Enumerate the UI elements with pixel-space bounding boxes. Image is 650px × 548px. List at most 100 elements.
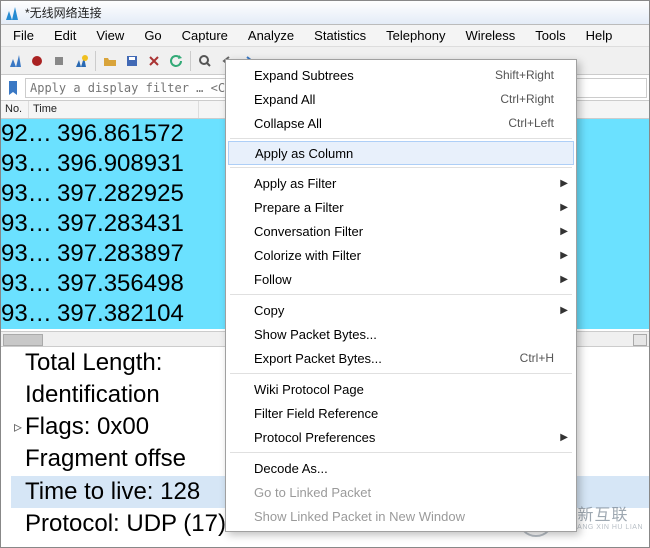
menu-file[interactable]: File — [3, 26, 44, 45]
menu-item-label: Expand All — [254, 92, 500, 107]
detail-text: Total Length: — [25, 349, 162, 376]
expand-icon[interactable] — [11, 477, 25, 508]
find-icon[interactable] — [195, 51, 215, 71]
menu-item-label: Conversation Filter — [254, 224, 554, 239]
packet-no: 93… — [1, 299, 51, 329]
toolbar-separator — [190, 51, 191, 71]
scrollbar-thumb[interactable] — [3, 334, 43, 346]
menu-separator — [230, 138, 572, 139]
menu-item-filter-field-reference[interactable]: Filter Field Reference — [226, 401, 576, 425]
menu-separator — [230, 294, 572, 295]
save-icon[interactable] — [122, 51, 142, 71]
packet-no: 93… — [1, 149, 51, 179]
menu-telephony[interactable]: Telephony — [376, 26, 455, 45]
menu-view[interactable]: View — [86, 26, 134, 45]
scrollbar-right-arrow[interactable] — [633, 334, 647, 346]
menu-item-accel: Ctrl+Left — [508, 116, 554, 130]
menu-item-label: Colorize with Filter — [254, 248, 554, 263]
submenu-arrow-icon: ▶ — [560, 274, 568, 285]
submenu-arrow-icon: ▶ — [560, 250, 568, 261]
packet-time: 397.283431 — [51, 209, 206, 239]
expand-icon[interactable] — [11, 348, 25, 379]
menu-item-protocol-preferences[interactable]: Protocol Preferences ▶ — [226, 425, 576, 449]
submenu-arrow-icon: ▶ — [560, 432, 568, 443]
column-header-time[interactable]: Time — [29, 101, 199, 118]
submenu-arrow-icon: ▶ — [560, 178, 568, 189]
stop-capture-icon[interactable] — [27, 51, 47, 71]
packet-time: 397.282925 — [51, 179, 206, 209]
menu-item-decode-as[interactable]: Decode As... — [226, 456, 576, 480]
menu-item-label: Expand Subtrees — [254, 68, 495, 83]
packet-time: 397.283897 — [51, 239, 206, 269]
menu-separator — [230, 373, 572, 374]
expand-icon[interactable] — [11, 509, 25, 540]
toolbar-separator — [95, 51, 96, 71]
bookmark-icon[interactable] — [3, 78, 23, 98]
menu-wireless[interactable]: Wireless — [455, 26, 525, 45]
context-menu: Expand SubtreesShift+RightExpand AllCtrl… — [225, 59, 577, 532]
menu-item-collapse-all[interactable]: Collapse AllCtrl+Left — [226, 111, 576, 135]
close-icon[interactable] — [144, 51, 164, 71]
menu-separator — [230, 167, 572, 168]
menu-item-label: Decode As... — [254, 461, 554, 476]
packet-time: 396.908931 — [51, 149, 206, 179]
packet-no: 93… — [1, 179, 51, 209]
submenu-arrow-icon: ▶ — [560, 202, 568, 213]
expand-icon[interactable] — [11, 380, 25, 411]
expand-icon[interactable]: ▹ — [11, 412, 25, 443]
menu-item-accel: Ctrl+H — [520, 351, 554, 365]
packet-no: 92… — [1, 119, 51, 149]
menu-item-label: Protocol Preferences — [254, 430, 554, 445]
menu-edit[interactable]: Edit — [44, 26, 86, 45]
menu-item-export-packet-bytes[interactable]: Export Packet Bytes...Ctrl+H — [226, 346, 576, 370]
detail-text: Fragment offse — [25, 445, 186, 472]
menu-item-apply-as-column[interactable]: Apply as Column — [228, 141, 574, 165]
menu-item-apply-as-filter[interactable]: Apply as Filter ▶ — [226, 171, 576, 195]
menu-analyze[interactable]: Analyze — [238, 26, 304, 45]
packet-no: 93… — [1, 209, 51, 239]
packet-time: 397.382104 — [51, 299, 206, 329]
menu-item-label: Wiki Protocol Page — [254, 382, 554, 397]
menu-item-label: Collapse All — [254, 116, 508, 131]
app-icon — [5, 5, 21, 21]
menu-item-label: Filter Field Reference — [254, 406, 554, 421]
title-bar: *无线网络连接 — [1, 1, 649, 25]
menu-item-expand-subtrees[interactable]: Expand SubtreesShift+Right — [226, 63, 576, 87]
column-header-no[interactable]: No. — [1, 101, 29, 118]
menu-item-accel: Ctrl+Right — [500, 92, 554, 106]
menu-go[interactable]: Go — [134, 26, 171, 45]
menu-item-label: Follow — [254, 272, 554, 287]
menu-item-label: Prepare a Filter — [254, 200, 554, 215]
detail-text: Identification — [25, 381, 160, 408]
start-capture-icon[interactable] — [5, 51, 25, 71]
menu-item-conversation-filter[interactable]: Conversation Filter▶ — [226, 219, 576, 243]
menu-item-copy[interactable]: Copy▶ — [226, 298, 576, 322]
menu-item-label: Apply as Column — [255, 146, 553, 161]
restart-capture-icon[interactable] — [49, 51, 69, 71]
menu-item-show-linked-packet-in-new-window: Show Linked Packet in New Window — [226, 504, 576, 528]
menu-item-label: Show Packet Bytes... — [254, 327, 554, 342]
menu-item-colorize-with-filter[interactable]: Colorize with Filter ▶ — [226, 243, 576, 267]
menu-statistics[interactable]: Statistics — [304, 26, 376, 45]
menu-item-label: Apply as Filter — [254, 176, 554, 191]
menu-item-label: Export Packet Bytes... — [254, 351, 520, 366]
menu-item-accel: Shift+Right — [495, 68, 554, 82]
menu-item-follow[interactable]: Follow ▶ — [226, 267, 576, 291]
capture-options-icon[interactable] — [71, 51, 91, 71]
menu-separator — [230, 452, 572, 453]
menu-item-go-to-linked-packet: Go to Linked Packet — [226, 480, 576, 504]
menu-item-label: Show Linked Packet in New Window — [254, 509, 554, 524]
menu-item-expand-all[interactable]: Expand AllCtrl+Right — [226, 87, 576, 111]
open-icon[interactable] — [100, 51, 120, 71]
menu-capture[interactable]: Capture — [172, 26, 238, 45]
menu-tools[interactable]: Tools — [525, 26, 575, 45]
menu-item-wiki-protocol-page[interactable]: Wiki Protocol Page — [226, 377, 576, 401]
reload-icon[interactable] — [166, 51, 186, 71]
menu-item-show-packet-bytes[interactable]: Show Packet Bytes... — [226, 322, 576, 346]
menu-item-prepare-a-filter[interactable]: Prepare a Filter ▶ — [226, 195, 576, 219]
packet-no: 93… — [1, 239, 51, 269]
menu-bar: File Edit View Go Capture Analyze Statis… — [1, 25, 649, 47]
menu-help[interactable]: Help — [576, 26, 623, 45]
menu-item-label: Go to Linked Packet — [254, 485, 554, 500]
expand-icon[interactable] — [11, 445, 25, 476]
